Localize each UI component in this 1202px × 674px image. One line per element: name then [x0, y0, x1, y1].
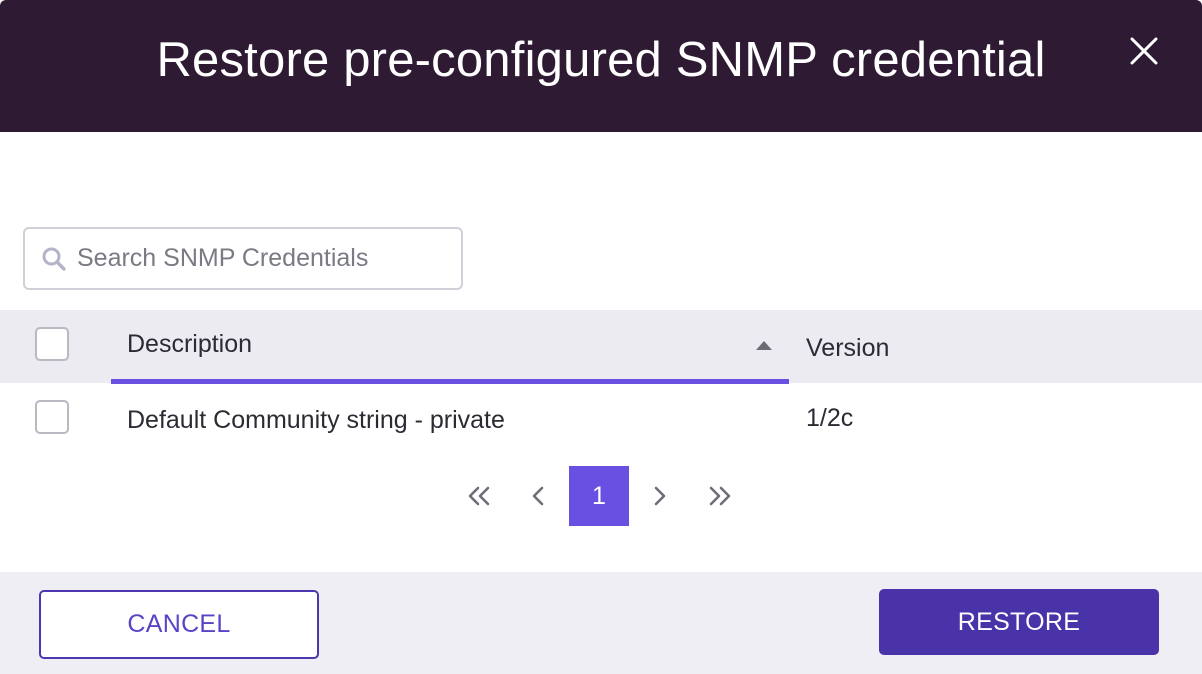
search-icon: [42, 247, 66, 271]
dialog-header: Restore pre-configured SNMP credential: [0, 0, 1202, 132]
previous-page-button[interactable]: [524, 466, 552, 526]
chevron-right-icon: [654, 486, 666, 506]
pagination: 1: [0, 466, 1202, 526]
restore-button[interactable]: RESTORE: [879, 589, 1159, 655]
cancel-button[interactable]: CANCEL: [39, 590, 319, 659]
dialog-footer: CANCEL RESTORE: [0, 572, 1202, 674]
column-header-description[interactable]: Description: [127, 330, 252, 359]
table-header: Description Version: [0, 310, 1202, 383]
restore-snmp-dialog: Restore pre-configured SNMP credential D…: [0, 0, 1202, 674]
row-version: 1/2c: [806, 404, 854, 432]
chevron-left-icon: [532, 486, 544, 506]
table-row[interactable]: Default Community string - private 1/2c: [0, 384, 1202, 454]
last-page-button[interactable]: [704, 466, 736, 526]
row-description: Default Community string - private: [127, 406, 505, 434]
page-1-button[interactable]: 1: [569, 466, 629, 526]
select-all-checkbox[interactable]: [35, 327, 69, 361]
search-input[interactable]: [77, 229, 457, 288]
close-button[interactable]: [1126, 33, 1162, 69]
search-box: [23, 227, 463, 290]
row-checkbox[interactable]: [35, 400, 69, 434]
first-page-button[interactable]: [463, 466, 495, 526]
next-page-button[interactable]: [646, 466, 674, 526]
double-chevron-left-icon: [468, 486, 490, 506]
close-icon: [1130, 37, 1158, 65]
sort-ascending-icon[interactable]: [756, 341, 772, 350]
dialog-title: Restore pre-configured SNMP credential: [156, 33, 1046, 87]
double-chevron-right-icon: [709, 486, 731, 506]
column-header-version[interactable]: Version: [806, 334, 889, 363]
